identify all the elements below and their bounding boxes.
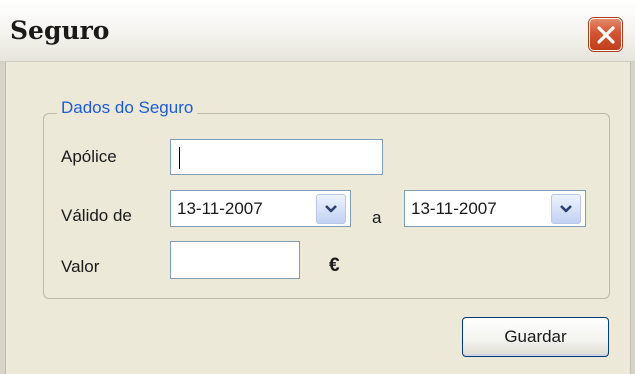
group-title: Dados do Seguro — [57, 98, 198, 118]
valid-from-datepicker[interactable]: 13-11-2007 — [170, 190, 351, 227]
policy-input[interactable] — [170, 139, 383, 175]
window-title: Seguro — [10, 16, 110, 45]
text-caret — [179, 147, 180, 169]
save-button[interactable]: Guardar — [462, 317, 609, 357]
valid-to-date: 13-11-2007 — [411, 199, 497, 218]
close-icon — [597, 26, 615, 44]
title-bar[interactable]: Seguro — [0, 0, 635, 62]
valid-to-datepicker[interactable]: 13-11-2007 — [404, 190, 586, 227]
close-button[interactable] — [589, 18, 622, 51]
valid-from-dropdown-button[interactable] — [316, 194, 346, 224]
window-border-right — [630, 62, 635, 374]
valid-to-dropdown-button[interactable] — [551, 194, 581, 224]
amount-label: Valor — [61, 257, 100, 276]
chevron-down-icon — [325, 205, 337, 213]
policy-label: Apólice — [61, 147, 117, 166]
valid-from-date: 13-11-2007 — [177, 199, 263, 218]
valid-from-label: Válido de — [61, 206, 132, 225]
currency-symbol: € — [329, 255, 340, 276]
seguro-window: Seguro Dados do Seguro Apólice Válido de… — [0, 0, 635, 374]
amount-input[interactable] — [170, 241, 300, 279]
chevron-down-icon — [560, 205, 572, 213]
window-border-left — [0, 62, 6, 374]
to-label: a — [372, 208, 382, 227]
